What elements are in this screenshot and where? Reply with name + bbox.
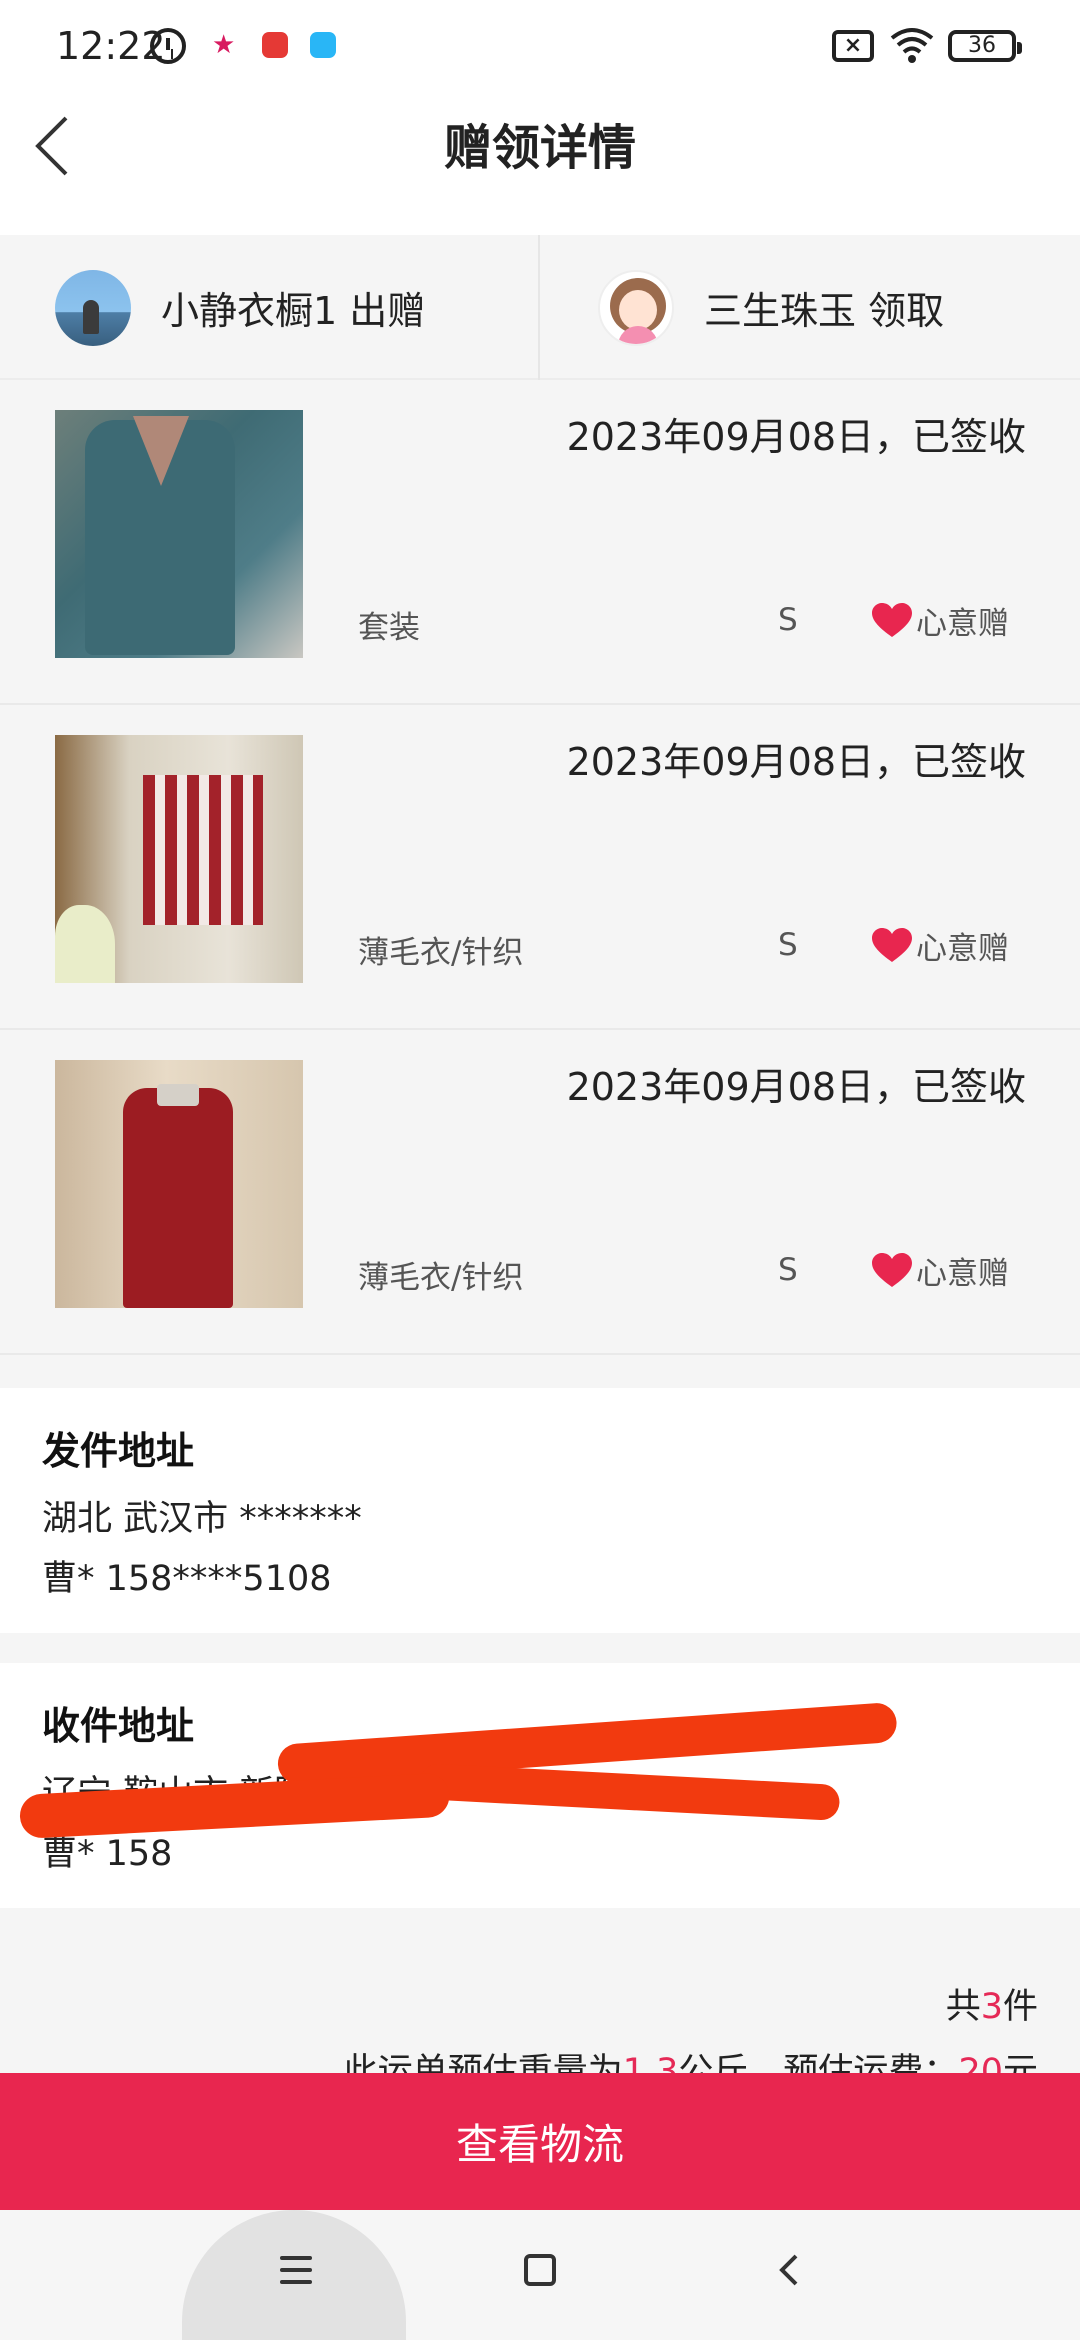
heart-icon bbox=[872, 927, 912, 962]
recv-contact-line: 曹* 158 bbox=[42, 1834, 173, 1874]
parties-bar: 小静衣橱1 出赠 三生珠玉 领取 bbox=[0, 235, 1080, 380]
item-category: 薄毛衣/针织 bbox=[358, 1260, 524, 1296]
item-photo bbox=[55, 410, 303, 658]
nav-back-icon[interactable] bbox=[770, 2250, 810, 2290]
item-date-status: 2023年09月08日，已签收 bbox=[566, 1065, 1026, 1109]
ship-contact-line: 曹* 158****5108 bbox=[42, 1559, 332, 1599]
receiver-avatar bbox=[598, 269, 674, 346]
list-item[interactable]: 2023年09月08日，已签收 薄毛衣/针织 S 心意赠 bbox=[0, 1030, 1080, 1355]
item-size: S bbox=[778, 602, 798, 638]
battery-icon: 36 bbox=[948, 30, 1022, 62]
divider bbox=[538, 235, 540, 380]
giver-user[interactable]: 小静衣橱1 出赠 bbox=[55, 235, 425, 380]
heart-icon bbox=[872, 602, 912, 637]
ship-address-title: 发件地址 bbox=[42, 1429, 195, 1473]
order-summary: 共3件 此运单预估重量为1.3公斤，预估运费：20元 bbox=[0, 1908, 1080, 2073]
alarm-icon bbox=[150, 28, 186, 64]
receiver-name: 三生珠玉 领取 bbox=[704, 289, 945, 333]
giver-name: 小静衣橱1 出赠 bbox=[161, 289, 426, 333]
item-tag-label: 心意赠 bbox=[916, 1256, 1009, 1292]
giver-avatar bbox=[55, 269, 131, 346]
item-date-status: 2023年09月08日，已签收 bbox=[566, 740, 1026, 784]
shipping-estimate: 此运单预估重量为1.3公斤，预估运费：20元 bbox=[342, 2052, 1038, 2073]
item-size: S bbox=[778, 927, 798, 963]
item-list: 2023年09月08日，已签收 套装 S 心意赠 2023年09月08日，已签收… bbox=[0, 380, 1080, 1355]
item-tag: 心意赠 bbox=[872, 598, 1009, 643]
ship-address-line: 湖北 武汉市 ******* bbox=[42, 1499, 362, 1539]
app-notification-icon bbox=[262, 32, 288, 58]
home-icon[interactable] bbox=[524, 2254, 556, 2286]
no-sim-icon: × bbox=[832, 30, 874, 62]
wifi-icon bbox=[890, 28, 934, 63]
ship-address-section: 发件地址 湖北 武汉市 ******* 曹* 158****5108 bbox=[0, 1388, 1080, 1633]
item-photo bbox=[55, 1060, 303, 1308]
list-item[interactable]: 2023年09月08日，已签收 薄毛衣/针织 S 心意赠 bbox=[0, 705, 1080, 1030]
page-title: 赠领详情 bbox=[443, 120, 636, 176]
item-photo bbox=[55, 735, 303, 983]
system-nav-bar bbox=[0, 2210, 1080, 2340]
item-category: 套装 bbox=[358, 610, 420, 646]
item-size: S bbox=[778, 1252, 798, 1288]
header: 赠领详情 bbox=[0, 90, 1080, 235]
heart-icon bbox=[872, 1252, 912, 1287]
list-item[interactable]: 2023年09月08日，已签收 套装 S 心意赠 bbox=[0, 380, 1080, 705]
total-count: 共3件 bbox=[945, 1987, 1038, 2027]
view-logistics-button[interactable]: 查看物流 bbox=[0, 2073, 1080, 2210]
translate-notification-icon bbox=[310, 32, 336, 58]
recv-address-section: 收件地址 辽宁 鞍山市 新陶官街道 曹* 158 bbox=[0, 1663, 1080, 1908]
item-tag: 心意赠 bbox=[872, 923, 1009, 968]
item-tag: 心意赠 bbox=[872, 1248, 1009, 1293]
item-tag-label: 心意赠 bbox=[916, 606, 1009, 642]
item-tag-label: 心意赠 bbox=[916, 931, 1009, 967]
menu-icon[interactable] bbox=[280, 2256, 312, 2288]
star-notification-icon: ★ bbox=[212, 30, 236, 60]
item-category: 薄毛衣/针织 bbox=[358, 935, 524, 971]
status-bar: 12:22 ★ × 36 bbox=[0, 0, 1080, 90]
receiver-user[interactable]: 三生珠玉 领取 bbox=[598, 235, 944, 380]
item-date-status: 2023年09月08日，已签收 bbox=[566, 415, 1026, 459]
